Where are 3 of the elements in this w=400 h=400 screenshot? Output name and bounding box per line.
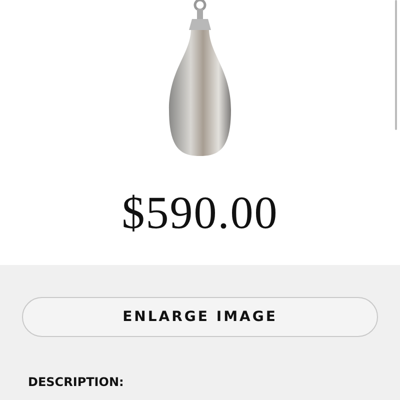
description-heading: DESCRIPTION: <box>28 375 124 389</box>
price: $590.00 <box>122 186 278 239</box>
enlarge-image-button[interactable]: ENLARGE IMAGE <box>22 297 378 337</box>
